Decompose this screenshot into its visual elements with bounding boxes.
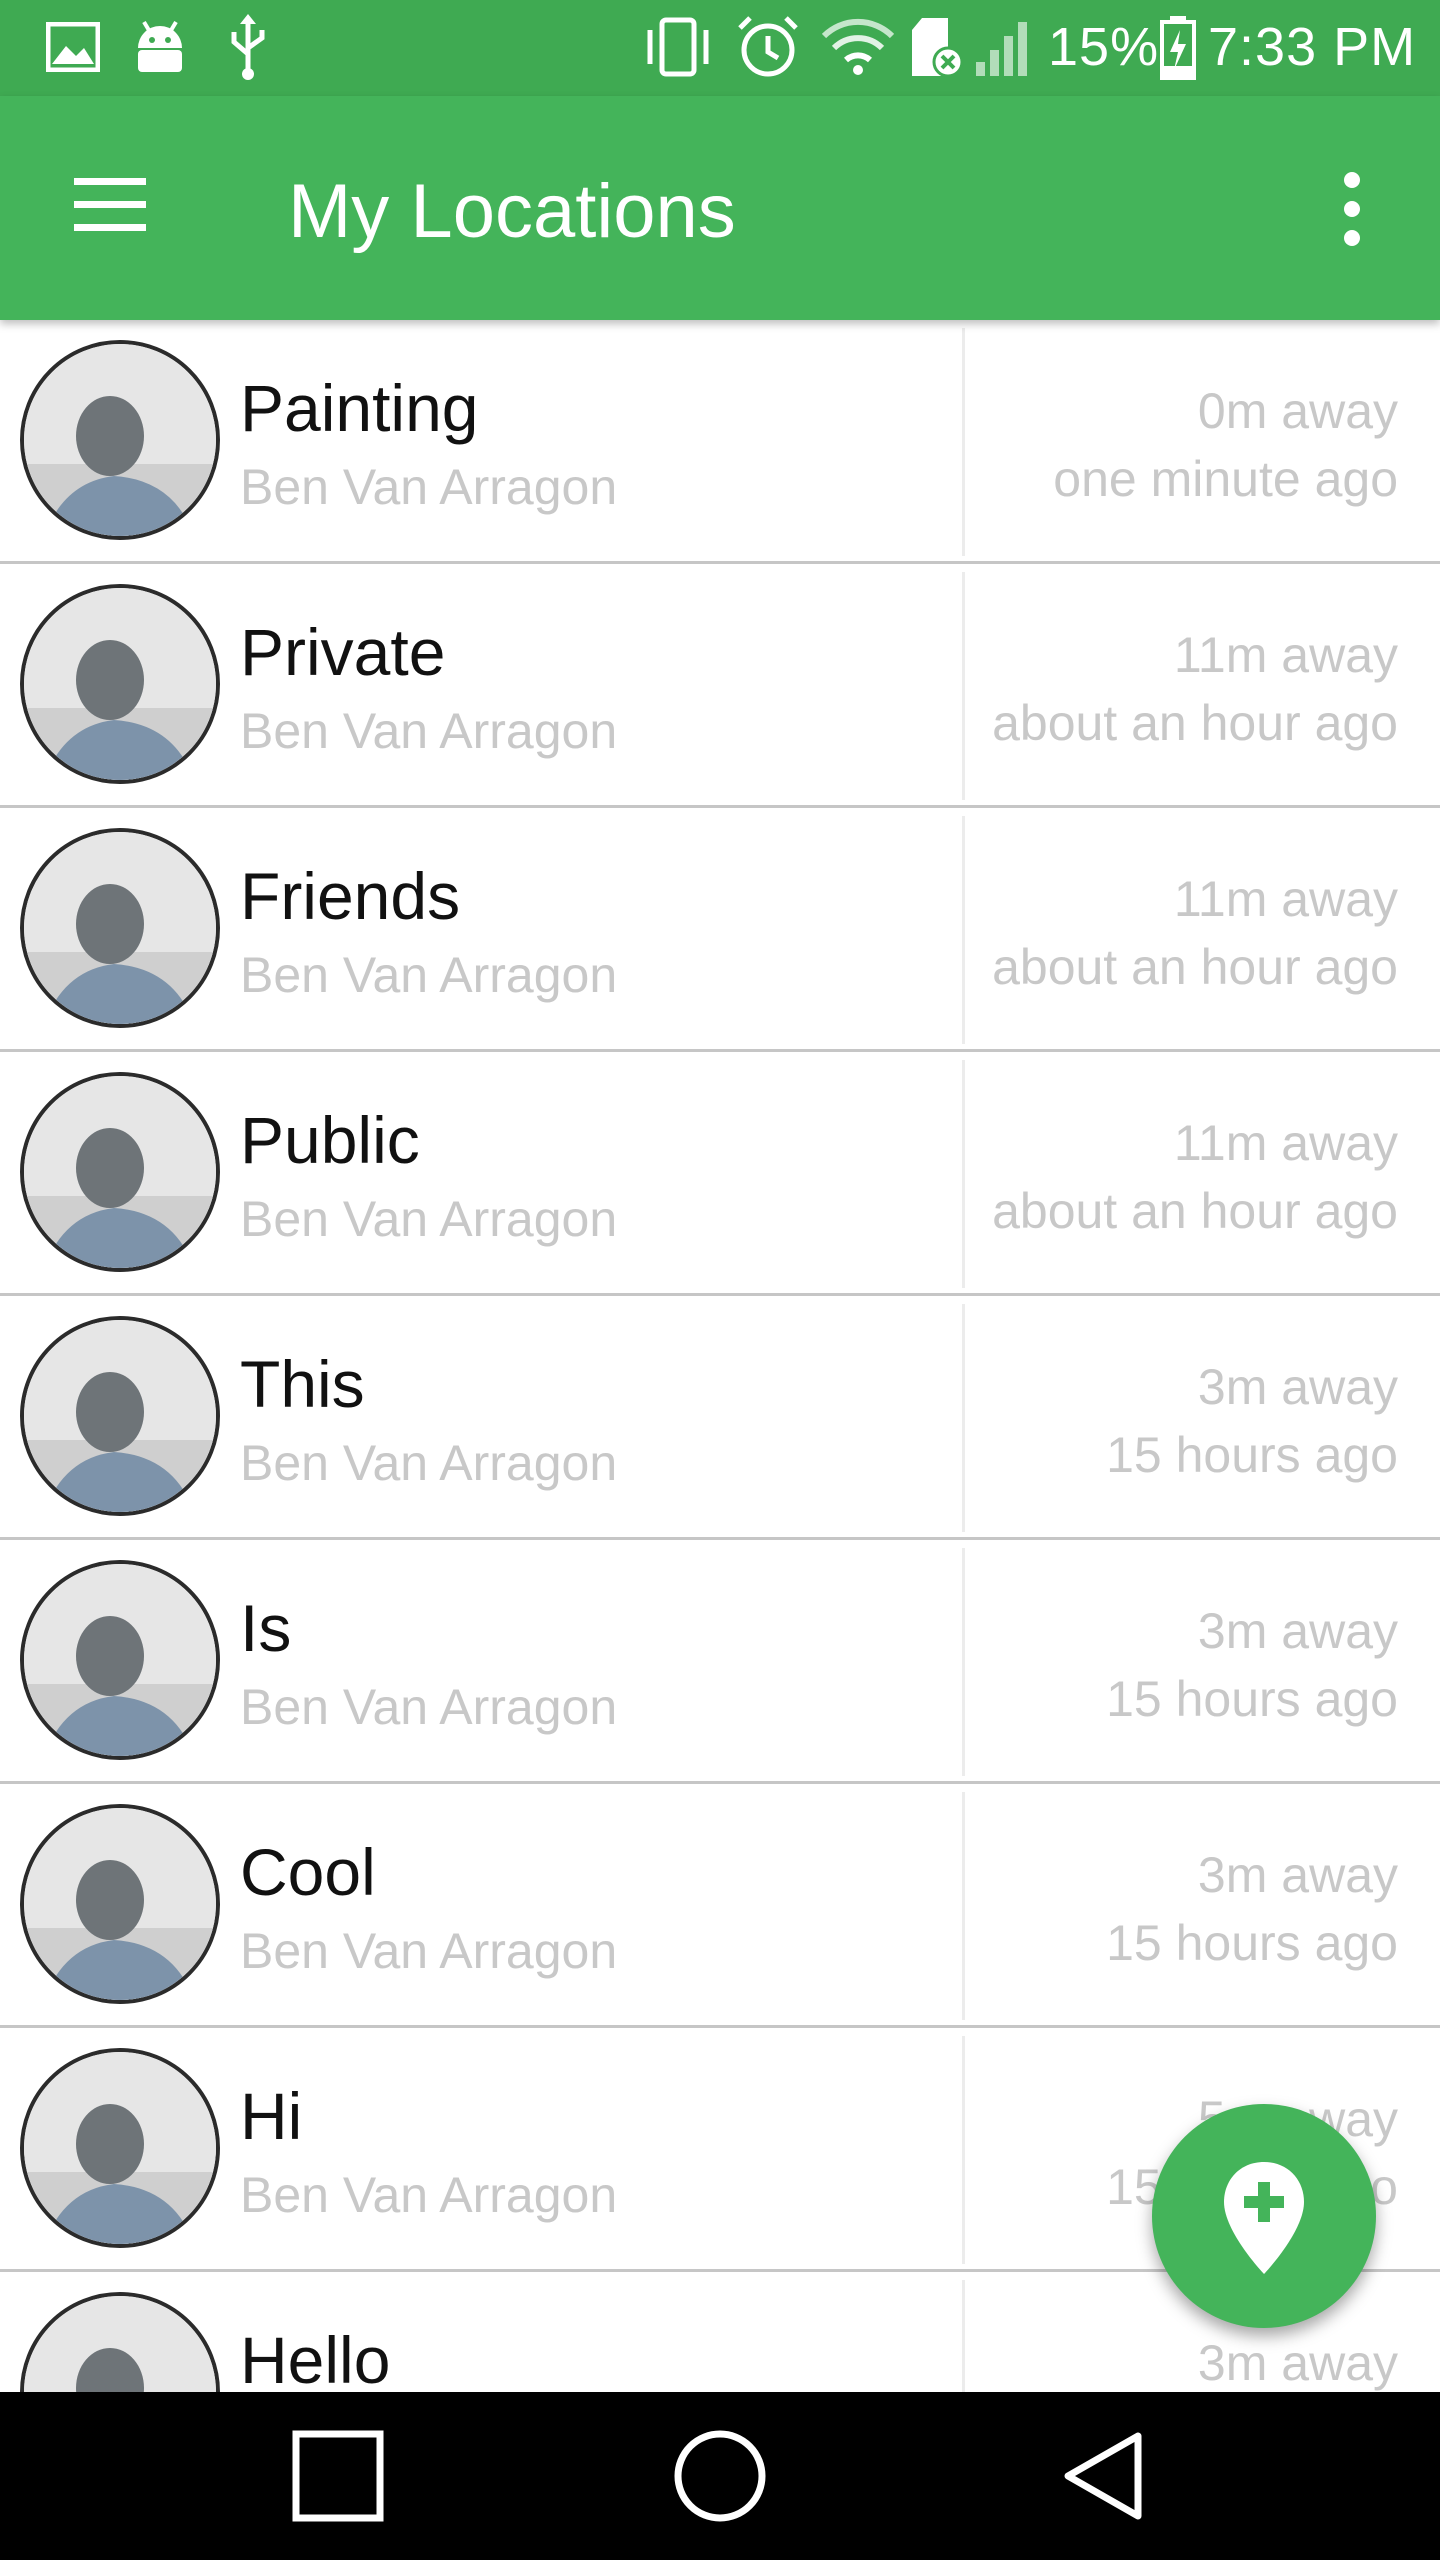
location-time: 15 hours ago (1106, 1671, 1398, 1727)
avatar (20, 340, 220, 540)
back-icon[interactable] (1054, 2426, 1154, 2526)
divider (962, 328, 965, 556)
add-location-icon (1224, 2162, 1304, 2274)
location-time: about an hour ago (992, 939, 1398, 995)
locations-list: Painting Ben Van Arragon 0m away one min… (0, 320, 1440, 2392)
location-title: Hello (240, 2323, 391, 2392)
location-title: Hi (240, 2079, 303, 2153)
hamburger-menu-icon[interactable] (60, 170, 160, 240)
recent-apps-icon[interactable] (288, 2426, 388, 2526)
battery-percent: 15% (1048, 17, 1160, 77)
status-bar: 15% 7:33 PM (0, 0, 1440, 96)
location-owner: Ben Van Arragon (240, 1191, 618, 1247)
avatar (20, 828, 220, 1028)
divider (962, 816, 965, 1044)
location-time: 15 hours ago (1106, 1915, 1398, 1971)
divider (962, 2036, 965, 2264)
alarm-icon (738, 16, 798, 77)
location-distance: 11m away (1173, 871, 1398, 927)
location-title: Cool (240, 1835, 376, 1909)
location-time: about an hour ago (992, 695, 1398, 751)
signal-icon (976, 22, 1027, 76)
location-distance: 3m away (1197, 1847, 1398, 1903)
location-row[interactable]: Painting Ben Van Arragon 0m away one min… (0, 320, 1440, 564)
avatar (20, 2048, 220, 2248)
location-distance: 3m away (1197, 2335, 1398, 2391)
location-owner: Ben Van Arragon (240, 1435, 618, 1491)
location-title: This (240, 1347, 365, 1421)
location-distance: 0m away (1197, 383, 1398, 439)
more-vert-icon[interactable] (1320, 166, 1384, 252)
app-bar: My Locations (0, 96, 1440, 320)
location-distance: 11m away (1173, 627, 1398, 683)
wifi-icon (822, 18, 894, 75)
divider (962, 1304, 965, 1532)
battery-charging-icon (1160, 16, 1196, 80)
location-title: Public (240, 1103, 420, 1177)
location-owner: Ben Van Arragon (240, 2167, 618, 2223)
usb-icon (231, 14, 265, 80)
divider (962, 572, 965, 800)
page-title: My Locations (288, 169, 736, 254)
location-owner: Ben Van Arragon (240, 459, 618, 515)
vibrate-icon (647, 17, 709, 77)
location-distance: 3m away (1197, 1603, 1398, 1659)
divider (962, 1792, 965, 2020)
location-owner: Ben Van Arragon (240, 947, 618, 1003)
location-time: 15 hours ago (1106, 1427, 1398, 1483)
location-title: Is (240, 1591, 292, 1665)
avatar (20, 1560, 220, 1760)
location-title: Private (240, 615, 446, 689)
location-row[interactable]: This Ben Van Arragon 3m away 15 hours ag… (0, 1296, 1440, 1540)
location-owner: Ben Van Arragon (240, 703, 618, 759)
location-time: about an hour ago (992, 1183, 1398, 1239)
location-owner: Ben Van Arragon (240, 1679, 618, 1735)
divider (962, 1548, 965, 1776)
clock: 7:33 PM (1208, 17, 1417, 77)
sd-card-icon (912, 18, 964, 78)
android-icon (138, 20, 182, 72)
add-location-button[interactable] (1152, 2104, 1376, 2328)
location-time: one minute ago (1053, 451, 1398, 507)
location-row[interactable]: Is Ben Van Arragon 3m away 15 hours ago (0, 1540, 1440, 1784)
location-row[interactable]: Cool Ben Van Arragon 3m away 15 hours ag… (0, 1784, 1440, 2028)
location-distance: 3m away (1197, 1359, 1398, 1415)
navigation-bar (0, 2392, 1440, 2560)
avatar (20, 1804, 220, 2004)
avatar (20, 1316, 220, 1516)
location-row[interactable]: Public Ben Van Arragon 11m away about an… (0, 1052, 1440, 1296)
divider (962, 1060, 965, 1288)
avatar (20, 2292, 220, 2392)
location-row[interactable]: Private Ben Van Arragon 11m away about a… (0, 564, 1440, 808)
avatar (20, 584, 220, 784)
location-owner: Ben Van Arragon (240, 1923, 618, 1979)
location-title: Painting (240, 371, 479, 445)
location-distance: 11m away (1173, 1115, 1398, 1171)
home-icon[interactable] (670, 2426, 770, 2526)
gallery-icon (46, 22, 100, 72)
avatar (20, 1072, 220, 1272)
location-title: Friends (240, 859, 461, 933)
divider (962, 2280, 965, 2392)
location-row[interactable]: Friends Ben Van Arragon 11m away about a… (0, 808, 1440, 1052)
